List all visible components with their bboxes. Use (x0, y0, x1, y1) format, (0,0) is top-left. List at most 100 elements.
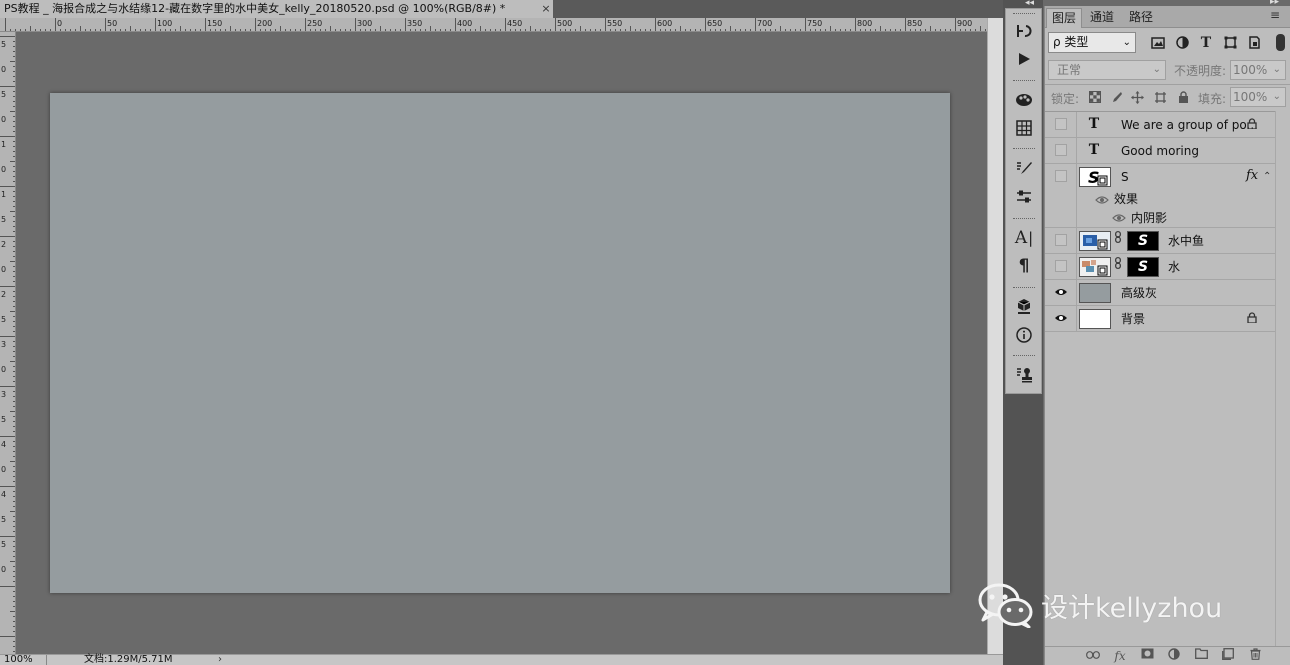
swatches-grid-icon[interactable] (1011, 117, 1037, 139)
ruler-tick-label: 0 (1, 565, 7, 574)
effects-label[interactable]: 效果 (1114, 192, 1138, 206)
document-tab[interactable]: PS教程 _ 海报合成之与水结缘12-藏在数字里的水中美女_kelly_2018… (0, 0, 553, 18)
visibility-toggle[interactable] (1055, 260, 1067, 272)
layer-thumbnail[interactable] (1079, 257, 1111, 277)
dock-grip[interactable] (1013, 287, 1035, 290)
adjustments-sliders-icon[interactable] (1011, 186, 1037, 208)
close-tab-icon[interactable]: × (539, 0, 553, 18)
add-layer-style-fx-icon[interactable]: fx (1111, 648, 1129, 664)
layer-name[interactable]: Good moring (1121, 144, 1199, 158)
layer-name[interactable]: 背景 (1121, 312, 1145, 326)
ruler-tick-label: 650 (707, 19, 723, 28)
ruler-tick-label: 4 (1, 440, 7, 449)
layer-mask-thumbnail[interactable]: S (1127, 257, 1159, 277)
fill-input[interactable]: 100% ⌄ (1230, 87, 1286, 107)
blend-mode-select[interactable]: 正常 ⌄ (1048, 60, 1166, 80)
dock-grip[interactable] (1013, 80, 1035, 83)
filter-adjustment-icon[interactable] (1172, 33, 1192, 52)
color-palette-icon[interactable] (1011, 89, 1037, 111)
ruler-tick-label: 850 (907, 19, 923, 28)
lock-image-pixels-icon[interactable] (1107, 88, 1125, 106)
visibility-toggle[interactable] (1055, 234, 1067, 246)
ruler-minor-tick (0, 436, 15, 437)
new-group-folder-icon[interactable] (1192, 648, 1210, 664)
dock-grip[interactable] (1013, 148, 1035, 151)
ruler-minor-tick (5, 18, 6, 31)
tab-layers[interactable]: 图层 (1046, 8, 1083, 28)
layer-name[interactable]: S (1121, 170, 1129, 184)
visibility-toggle[interactable] (1055, 118, 1067, 130)
opacity-label: 不透明度: (1174, 64, 1227, 78)
layer-name[interactable]: 水中鱼 (1168, 234, 1204, 248)
eye-icon[interactable] (1095, 194, 1109, 206)
brush-settings-icon[interactable] (1011, 158, 1037, 180)
3d-icon[interactable] (1011, 295, 1037, 317)
history-icon[interactable] (1011, 20, 1037, 42)
collapse-effects-icon[interactable]: ⌃ (1263, 170, 1273, 184)
add-mask-icon[interactable] (1138, 648, 1156, 664)
layers-scrollbar[interactable] (1275, 111, 1290, 646)
clone-source-stamp-icon[interactable] (1011, 364, 1037, 386)
paragraph-icon[interactable]: ¶ (1011, 255, 1037, 277)
link-chain-icon[interactable] (1113, 257, 1123, 277)
layer-thumbnail[interactable]: S (1079, 167, 1111, 187)
eye-icon[interactable] (1053, 287, 1069, 299)
layer-effects-fx-icon[interactable]: fx (1246, 169, 1258, 183)
new-adjustment-layer-icon[interactable] (1165, 648, 1183, 664)
ruler-tick-label: 0 (57, 19, 63, 28)
status-divider (46, 655, 47, 665)
document-canvas[interactable] (50, 93, 950, 593)
ruler-major-tick (155, 18, 156, 31)
dock-grip[interactable] (1013, 13, 1035, 16)
layer-thumbnail[interactable] (1079, 231, 1111, 251)
lock-transparent-pixels-icon[interactable] (1086, 88, 1104, 106)
tab-paths[interactable]: 路径 (1124, 8, 1158, 28)
tab-channels[interactable]: 通道 (1085, 8, 1119, 28)
zoom-level[interactable]: 100% (4, 654, 33, 665)
dock-grip[interactable] (1013, 355, 1035, 358)
visibility-toggle[interactable] (1055, 144, 1067, 156)
layer-thumbnail[interactable] (1079, 283, 1111, 303)
filter-type-icon[interactable]: T (1196, 33, 1216, 52)
vertical-ruler[interactable]: 5 0 5 0 1 0 1 5 2 0 2 5 3 0 3 5 4 0 4 5 5 0 (0, 32, 16, 654)
ruler-tick-label: 50 (107, 19, 118, 28)
layer-filter-select[interactable]: ρ 类型 ⌄ (1048, 32, 1136, 53)
lock-artboard-icon[interactable] (1151, 88, 1169, 106)
lock-position-icon[interactable] (1128, 88, 1146, 106)
delete-layer-trash-icon[interactable] (1246, 648, 1264, 664)
eye-icon[interactable] (1053, 313, 1069, 325)
visibility-toggle[interactable] (1055, 170, 1067, 182)
filter-shape-icon[interactable] (1220, 33, 1240, 52)
visibility-column-divider (1076, 254, 1077, 280)
chevron-down-icon: ⌄ (1272, 91, 1281, 102)
new-layer-icon[interactable] (1219, 648, 1237, 664)
collapse-dock-icon[interactable]: ◂◂ (1025, 0, 1034, 8)
filter-pixel-icon[interactable] (1148, 33, 1168, 52)
actions-play-icon[interactable] (1011, 48, 1037, 70)
ruler-tick-label: 0 (1, 365, 7, 374)
lock-all-icon[interactable] (1174, 88, 1192, 106)
layer-thumbnail[interactable] (1079, 309, 1111, 329)
fill-label: 填充: (1198, 92, 1227, 106)
lock-label: 锁定: (1051, 92, 1080, 106)
layer-mask-thumbnail[interactable]: S (1127, 231, 1159, 251)
layer-name[interactable]: We are a group of po... (1121, 118, 1258, 132)
info-icon[interactable] (1011, 324, 1037, 346)
link-layers-icon[interactable] (1084, 648, 1102, 664)
filter-toggle-switch[interactable] (1276, 34, 1285, 51)
opacity-input[interactable]: 100% ⌄ (1230, 60, 1286, 80)
status-menu-arrow[interactable]: › (218, 654, 222, 665)
horizontal-ruler[interactable]: 0 50 100 150 200 250 300 350 400 450 500 550 600 650 7… (0, 18, 987, 32)
dock-grip[interactable] (1013, 218, 1035, 221)
ruler-tick-label: 5 (1, 415, 7, 424)
character-icon[interactable]: A | (1011, 227, 1037, 249)
layer-name[interactable]: 高级灰 (1121, 286, 1157, 300)
layer-name[interactable]: 水 (1168, 260, 1180, 274)
eye-icon[interactable] (1112, 212, 1126, 224)
vertical-scrollbar[interactable] (987, 18, 1003, 654)
inner-shadow-effect-label[interactable]: 内阴影 (1131, 211, 1167, 225)
panel-menu-icon[interactable]: ≡ (1270, 8, 1280, 22)
filter-smart-object-icon[interactable] (1244, 33, 1264, 52)
ruler-minor-tick (0, 86, 15, 87)
link-chain-icon[interactable] (1113, 231, 1123, 251)
